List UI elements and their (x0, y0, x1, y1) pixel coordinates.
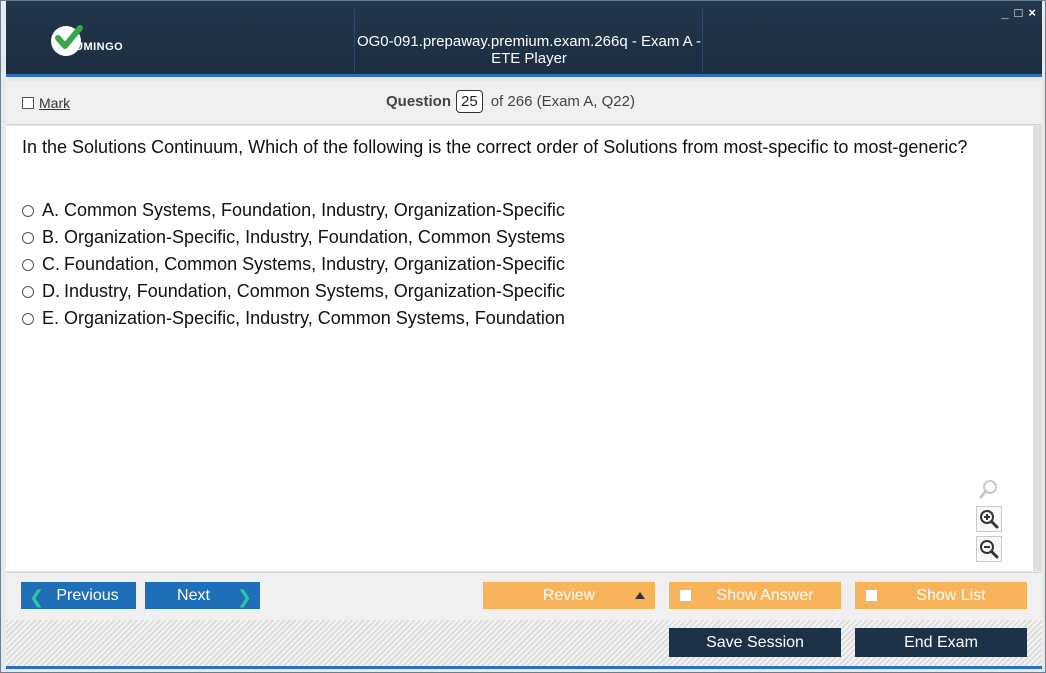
mark-checkbox[interactable]: Mark (22, 95, 70, 111)
vertical-scrollbar[interactable] (1033, 126, 1042, 571)
show-answer-label: Show Answer (716, 586, 814, 604)
window-controls: _ □ × (1001, 6, 1036, 19)
option-text: Foundation, Common Systems, Industry, Or… (64, 254, 565, 274)
chevron-right-icon: ❯ (236, 587, 252, 607)
maximize-button[interactable]: □ (1015, 6, 1023, 19)
zoom-tools (976, 476, 1002, 562)
option-d[interactable]: D. Industry, Foundation, Common Systems,… (22, 278, 565, 305)
footer-accent-line (6, 666, 1042, 669)
search-icon[interactable] (976, 476, 1002, 502)
question-content: In the Solutions Continuum, Which of the… (6, 126, 1042, 571)
triangle-up-icon (635, 592, 645, 599)
footer-bar: Save Session End Exam (6, 620, 1042, 666)
answer-options: A. Common Systems, Foundation, Industry,… (22, 197, 565, 332)
next-button[interactable]: Next ❯ (145, 582, 260, 609)
radio-button[interactable] (22, 285, 34, 298)
show-answer-button[interactable]: Show Answer (669, 582, 841, 609)
vumingo-logo: UMINGO (51, 25, 123, 56)
next-label: Next (177, 586, 210, 604)
option-b[interactable]: B. Organization-Specific, Industry, Foun… (22, 224, 565, 251)
radio-button[interactable] (22, 204, 34, 217)
radio-button[interactable] (22, 231, 34, 244)
show-answer-checkbox[interactable] (680, 590, 691, 601)
end-exam-button[interactable]: End Exam (855, 628, 1027, 657)
mark-label: Mark (39, 95, 71, 111)
question-text: In the Solutions Continuum, Which of the… (22, 137, 968, 157)
zoom-in-icon[interactable] (976, 506, 1002, 532)
option-letter: B. (42, 227, 60, 247)
option-a[interactable]: A. Common Systems, Foundation, Industry,… (22, 197, 565, 224)
title-divider (354, 9, 355, 73)
option-c[interactable]: C. Foundation, Common Systems, Industry,… (22, 251, 565, 278)
checkmark-icon (51, 25, 83, 56)
window-title: OG0-091.prepaway.premium.exam.266q - Exa… (356, 33, 702, 67)
navigation-bar: ❮ Previous Next ❯ Review Show Answer Sho… (6, 572, 1042, 620)
save-session-button[interactable]: Save Session (669, 628, 841, 657)
title-accent-line (6, 74, 1042, 77)
previous-button[interactable]: ❮ Previous (21, 582, 136, 609)
ete-player-window: UMINGO OG0-091.prepaway.premium.exam.266… (0, 0, 1046, 673)
option-e[interactable]: E. Organization-Specific, Industry, Comm… (22, 305, 565, 332)
chevron-left-icon: ❮ (29, 587, 45, 607)
show-list-label: Show List (916, 586, 986, 604)
question-label: Question (386, 93, 452, 110)
option-letter: E. (42, 308, 60, 328)
title-bar: UMINGO OG0-091.prepaway.premium.exam.266… (6, 1, 1042, 77)
show-list-checkbox[interactable] (866, 590, 877, 601)
option-text: Organization-Specific, Industry, Foundat… (64, 227, 565, 247)
minimize-button[interactable]: _ (1001, 6, 1008, 19)
option-text: Organization-Specific, Industry, Common … (64, 308, 565, 328)
option-text: Industry, Foundation, Common Systems, Or… (64, 281, 565, 301)
option-letter: D. (42, 281, 60, 301)
radio-button[interactable] (22, 312, 34, 325)
end-exam-label: End Exam (904, 633, 978, 651)
show-list-button[interactable]: Show List (855, 582, 1027, 609)
option-letter: A. (42, 200, 60, 220)
question-header: Mark Question 25 of 266 (Exam A, Q22) (6, 81, 1042, 125)
previous-label: Previous (56, 586, 119, 604)
checkbox-box[interactable] (22, 97, 34, 109)
option-letter: C. (42, 254, 60, 274)
question-number-input[interactable]: 25 (456, 90, 483, 113)
question-counter: Question 25 of 266 (Exam A, Q22) (386, 90, 635, 113)
review-button[interactable]: Review (483, 582, 655, 609)
zoom-out-icon[interactable] (976, 536, 1002, 562)
radio-button[interactable] (22, 258, 34, 271)
close-button[interactable]: × (1028, 6, 1036, 19)
question-total: of 266 (Exam A, Q22) (490, 93, 635, 110)
title-divider (702, 9, 703, 73)
review-label: Review (542, 586, 596, 604)
save-session-label: Save Session (706, 633, 804, 651)
option-text: Common Systems, Foundation, Industry, Or… (64, 200, 565, 220)
